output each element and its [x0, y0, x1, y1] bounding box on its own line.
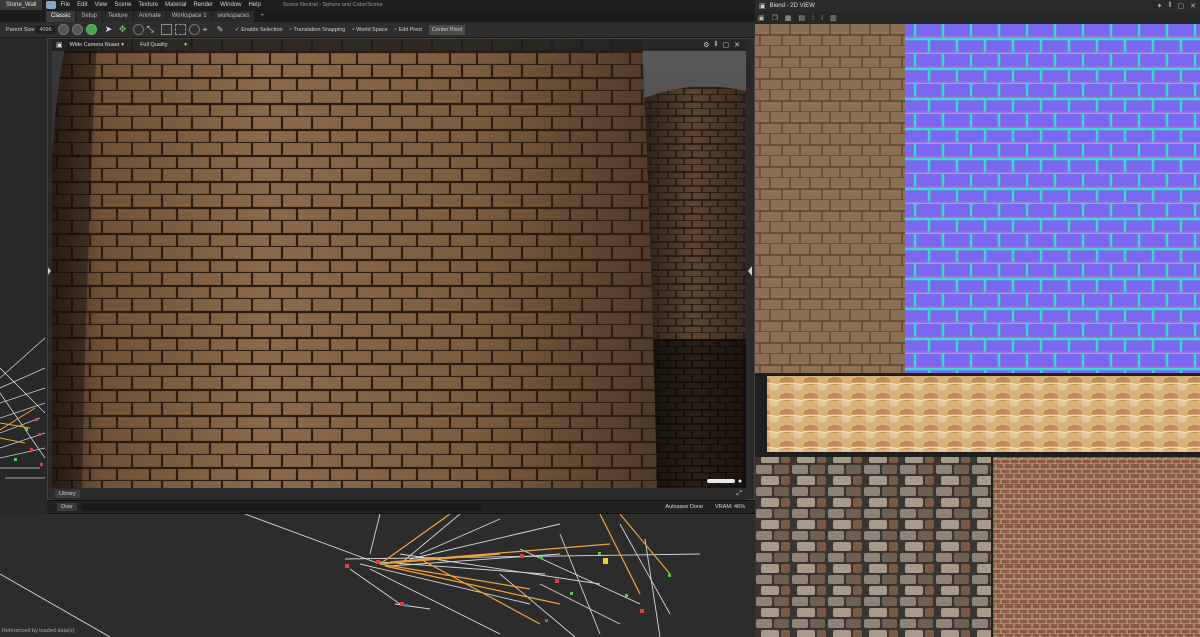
title-bar: Stone_Wall File Edit View Scene Texture …	[0, 0, 755, 10]
histogram-icon[interactable]: ▥	[830, 14, 837, 22]
workspace-tabs: Classic Setup Texture Animate Workspace …	[0, 10, 755, 22]
tab-setup[interactable]: Setup	[76, 11, 104, 22]
menu-view[interactable]: View	[94, 2, 107, 8]
viewport-header-icons: ⚙ ⫴ ▢ ✕	[703, 41, 740, 49]
node-graph[interactable]	[0, 514, 755, 637]
circle-select-icon[interactable]	[188, 24, 200, 35]
menu-scene[interactable]: Scene	[114, 2, 131, 8]
scale-gizmo-icon[interactable]: ⤡	[147, 24, 158, 35]
paint-icon[interactable]: ✎	[217, 24, 228, 35]
checkbox-icon: ▫	[394, 26, 397, 33]
move-gizmo-icon[interactable]: ✥	[119, 24, 130, 35]
cursor-icon[interactable]: ⌖	[203, 24, 214, 35]
2d-view-panel[interactable]: ▣ Blend - 2D VIEW ✦ ⫴ ▢ ✕ ▣ ❐ ▦ ▤ ⁞ i ▥	[755, 0, 1200, 637]
menu-file[interactable]: File	[60, 2, 70, 8]
node-graph-footer: Referenced by loaded data(s)	[2, 628, 75, 634]
camera-icon: ▣	[56, 42, 63, 49]
file-tab[interactable]: Stone_Wall	[0, 0, 43, 10]
checkbox-icon: ▫	[289, 26, 292, 33]
scene-title: Scene Neutral - Sphere and Cube/Scene	[282, 2, 383, 8]
checkbox-icon: ▫	[352, 26, 355, 33]
copy-icon[interactable]: ❐	[772, 14, 778, 22]
tab-texture[interactable]: Texture	[103, 11, 134, 22]
sphere-shading-icon[interactable]	[57, 24, 69, 35]
maximize-icon[interactable]: ▢	[1178, 2, 1185, 10]
cobblestone-reference	[767, 376, 1200, 452]
red-brick-reference	[993, 457, 1200, 637]
maximize-icon[interactable]: ▢	[723, 41, 730, 49]
center-pivot-button[interactable]: Center Pivot	[428, 24, 466, 35]
viewport-header: ▣ Wide Camera Nuaer ▾ Full Quality ▾ ⚙ ⫴ …	[52, 39, 746, 51]
tab-workspaces[interactable]: workspaces	[212, 11, 256, 22]
split-view-icon[interactable]: ⫴	[715, 41, 718, 49]
autosave-status: Autosave Done	[665, 504, 704, 510]
grey-stone-reference	[755, 457, 991, 637]
normal-map-texture	[905, 24, 1200, 373]
texture-previews	[755, 24, 1200, 637]
menu-render[interactable]: Render	[193, 2, 213, 8]
filter-over-button[interactable]: Over	[57, 503, 77, 511]
camera-dropdown[interactable]: Wide Camera Nuaer ▾	[66, 42, 128, 48]
close-icon[interactable]: ✕	[1190, 2, 1196, 10]
chevron-down-icon: ▾	[184, 42, 188, 48]
world-space-checkbox[interactable]: ▫ World Space	[352, 27, 387, 33]
status-bar: Over Autosave Done VRAM: 46%	[47, 500, 755, 514]
image-icon[interactable]: ▣	[758, 14, 765, 22]
parent-size-label: Parent Size	[6, 26, 35, 33]
2d-view-header: ▣ Blend - 2D VIEW ✦ ⫴ ▢ ✕	[755, 0, 1200, 12]
add-tab-button[interactable]: +	[255, 11, 270, 22]
menu-bar: File Edit View Scene Texture Material Re…	[60, 2, 260, 8]
edit-pivot-checkbox[interactable]: ▫ Edit Pivot	[395, 27, 422, 33]
marquee-select-icon[interactable]	[160, 24, 172, 35]
parent-size-field[interactable]: 4096	[36, 25, 55, 34]
lasso-select-icon[interactable]	[174, 24, 186, 35]
translation-snapping-checkbox[interactable]: ▫ Translation Snapping	[290, 27, 346, 33]
select-arrow-icon[interactable]: ➤	[105, 24, 116, 35]
expand-icon[interactable]: ⤢	[736, 490, 742, 498]
collapse-left-icon[interactable]	[47, 266, 51, 276]
enable-selection-checkbox[interactable]: ✓ Enable Selection	[235, 27, 283, 33]
rotate-gizmo-icon[interactable]	[132, 24, 144, 35]
library-button[interactable]: Library	[55, 490, 80, 498]
2d-view-toolbar: ▣ ❐ ▦ ▤ ⁞ i ▥	[755, 12, 1200, 24]
grid-icon[interactable]: ▦	[785, 14, 792, 22]
matcap-shading-icon[interactable]	[71, 24, 83, 35]
render-shading-icon[interactable]	[85, 24, 97, 35]
menu-help[interactable]: Help	[248, 2, 260, 8]
split-view-icon[interactable]: ⫴	[1169, 2, 1172, 10]
close-icon[interactable]: ✕	[734, 41, 740, 49]
2d-view-header-icons: ✦ ⫴ ▢ ✕	[1157, 2, 1196, 10]
app-logo-icon	[46, 1, 57, 9]
viewport-toolbar: Parent Size 4096 ➤ ✥ ⤡ ⌖ ✎ ✓ Enable Selec…	[0, 22, 755, 38]
stone-wall-render	[52, 39, 746, 488]
2d-view-title: Blend - 2D VIEW	[769, 3, 815, 9]
status-input[interactable]	[80, 503, 481, 511]
collapse-right-icon[interactable]	[748, 266, 752, 276]
menu-texture[interactable]: Texture	[138, 2, 158, 8]
menu-window[interactable]: Window	[220, 2, 241, 8]
vram-usage: VRAM: 46%	[715, 504, 745, 510]
node-graph-canvas	[0, 514, 701, 637]
pin-icon[interactable]: ✦	[1157, 2, 1163, 10]
layers-icon[interactable]: ▤	[799, 14, 806, 22]
tab-workspace-1[interactable]: Workspace 1	[166, 11, 213, 22]
panel-icon: ▣	[759, 3, 766, 10]
viewport-scale-bar	[707, 479, 735, 483]
gear-icon[interactable]: ⚙	[703, 41, 709, 49]
tab-animate[interactable]: Animate	[133, 11, 167, 22]
channel-icon[interactable]: ⁞	[812, 15, 814, 22]
menu-material[interactable]: Material	[165, 2, 186, 8]
check-icon: ✓	[234, 26, 240, 33]
albedo-texture	[755, 24, 905, 373]
library-bar: Library ⤢	[52, 488, 746, 500]
tab-classic[interactable]: Classic	[46, 11, 77, 22]
quality-dropdown[interactable]: Full Quality ▾	[136, 42, 191, 48]
3d-viewport[interactable]: ▣ Wide Camera Nuaer ▾ Full Quality ▾ ⚙ ⫴ …	[52, 39, 746, 488]
menu-edit[interactable]: Edit	[77, 2, 87, 8]
info-icon[interactable]: i	[821, 14, 823, 22]
